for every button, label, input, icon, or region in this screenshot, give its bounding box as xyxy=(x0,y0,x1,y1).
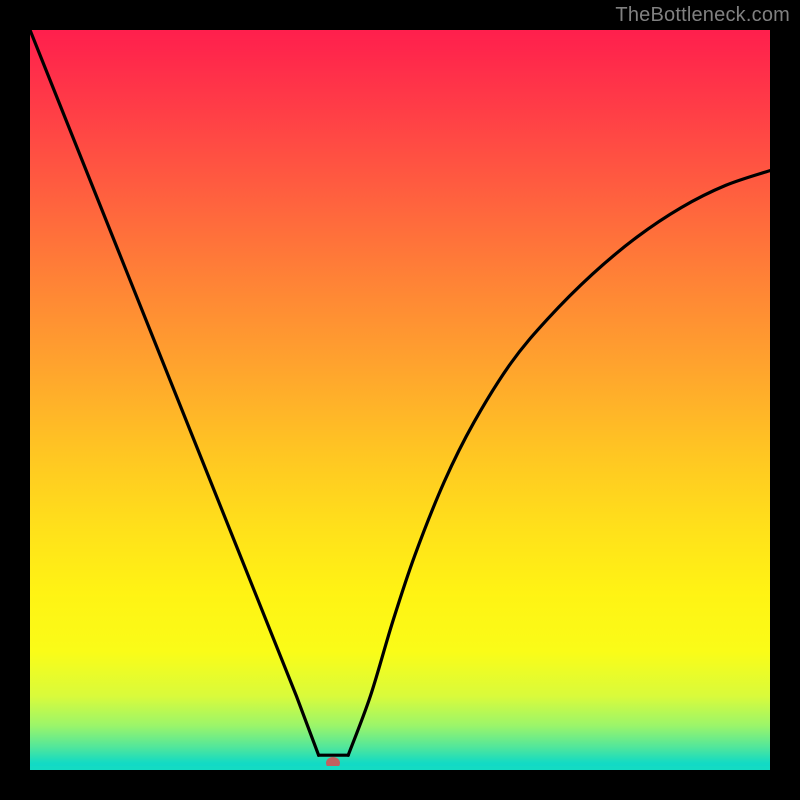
plot-area xyxy=(30,30,770,770)
curve-left-branch xyxy=(30,30,319,755)
watermark-text: TheBottleneck.com xyxy=(615,4,790,27)
curve-right-branch xyxy=(348,171,770,756)
chart-frame: TheBottleneck.com xyxy=(0,0,800,800)
bottleneck-curve xyxy=(30,30,770,770)
valley-floor xyxy=(30,766,770,770)
